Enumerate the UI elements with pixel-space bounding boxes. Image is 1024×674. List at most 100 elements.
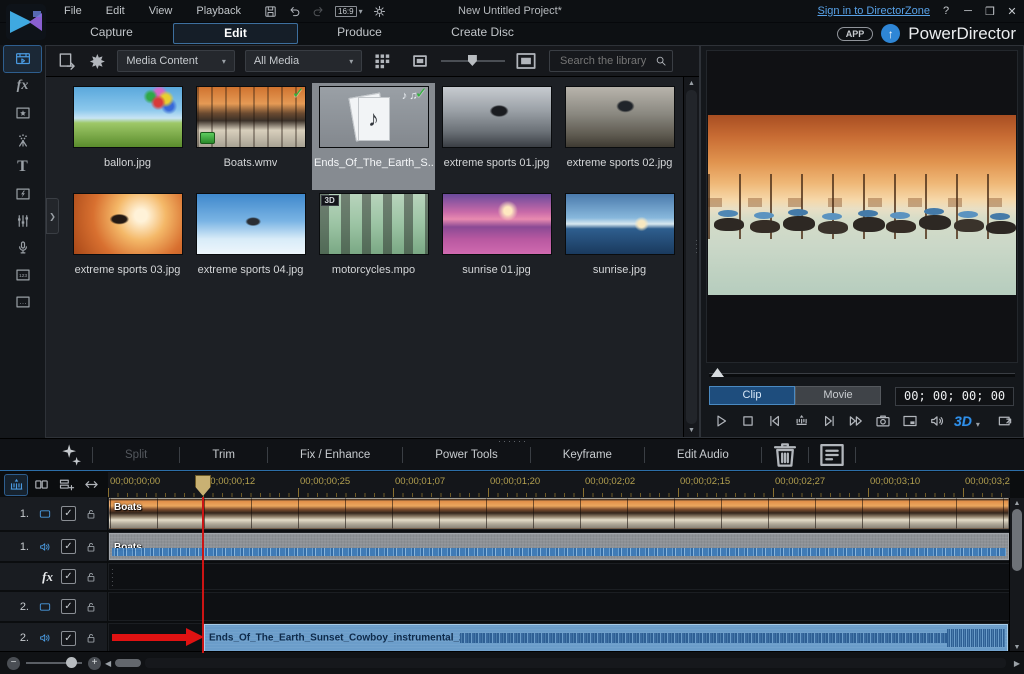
effect-room-icon[interactable]: fx <box>4 73 41 99</box>
timeline-zoom-in-button[interactable]: + <box>88 657 101 670</box>
library-item-boats-wmv[interactable]: ✓Boats.wmv <box>189 83 312 190</box>
track-content[interactable]: ····· <box>108 563 1010 590</box>
timeline-zoom-handle[interactable] <box>66 657 77 668</box>
library-scrollbar[interactable]: ▲ ▼ <box>683 77 699 437</box>
particle-room-icon[interactable] <box>4 127 41 153</box>
volume-icon[interactable] <box>925 410 949 432</box>
redo-icon[interactable] <box>311 4 326 19</box>
chapter-room-icon[interactable]: 123 <box>4 262 41 288</box>
scroll-thumb[interactable] <box>1012 509 1022 571</box>
function-trim[interactable]: Trim <box>186 449 261 461</box>
app-badge[interactable]: APP <box>837 27 874 41</box>
scroll-right-icon[interactable]: ▶ <box>1014 659 1020 668</box>
add-track-icon[interactable] <box>55 475 77 495</box>
mode-tab-produce[interactable]: Produce <box>298 23 421 42</box>
timeline-view-icon[interactable] <box>5 475 27 495</box>
search-input[interactable] <box>558 54 654 68</box>
help-button[interactable]: ? <box>940 5 952 17</box>
function-keyframe[interactable]: Keyframe <box>537 449 638 461</box>
library-item-motorcycles-mpo[interactable]: 3Dmotorcycles.mpo <box>312 190 435 297</box>
preview-tab-clip[interactable]: Clip <box>709 386 795 405</box>
sidebar-expander[interactable]: ❯ <box>46 198 59 234</box>
grid-view-icon[interactable] <box>372 50 393 72</box>
title-room-icon[interactable]: T <box>4 154 41 180</box>
magic-wand-icon[interactable] <box>56 440 86 470</box>
library-item-extreme-sports-02-jpg[interactable]: extreme sports 02.jpg <box>558 83 681 190</box>
preview-tab-movie[interactable]: Movie <box>795 386 881 405</box>
scroll-down-icon[interactable]: ▼ <box>684 427 699 434</box>
track-content[interactable]: Boats <box>108 532 1010 561</box>
minimize-button[interactable]: ─ <box>962 5 974 17</box>
track-lock-icon[interactable] <box>84 540 98 554</box>
signin-directorzone-link[interactable]: Sign in to DirectorZone <box>818 5 931 17</box>
function-power-tools[interactable]: Power Tools <box>409 449 523 461</box>
function-fix-enhance[interactable]: Fix / Enhance <box>274 449 396 461</box>
undock-icon[interactable] <box>993 410 1017 432</box>
track-lock-icon[interactable] <box>84 570 98 584</box>
library-search[interactable] <box>549 50 673 72</box>
scroll-up-icon[interactable]: ▲ <box>684 80 699 87</box>
upload-circle-icon[interactable]: ↑ <box>881 24 900 43</box>
pip-objects-room-icon[interactable] <box>4 100 41 126</box>
chevron-down-icon[interactable]: ▾ <box>976 420 980 429</box>
menu-view[interactable]: View <box>137 5 185 17</box>
track-enable-checkbox[interactable]: ✓ <box>61 506 76 521</box>
aspect-ratio-dropdown[interactable]: 16:9 ▾ <box>335 6 363 17</box>
timecode-display[interactable]: 00; 00; 00; 00 <box>895 387 1014 406</box>
play-icon[interactable] <box>709 410 733 432</box>
track-enable-checkbox[interactable]: ✓ <box>61 569 76 584</box>
audio-clip[interactable]: Ends_Of_The_Earth_Sunset_Cowboy_instrume… <box>204 624 1008 652</box>
large-thumbnail-icon[interactable] <box>513 50 539 72</box>
library-item-ballon-jpg[interactable]: ballon.jpg <box>66 83 189 190</box>
produce-range-icon[interactable] <box>815 438 849 472</box>
track-content[interactable]: Boats <box>108 497 1010 530</box>
thumbnail-size-slider-handle[interactable] <box>468 55 477 66</box>
thumbnail-size-slider[interactable] <box>441 60 505 62</box>
mode-tab-create-disc[interactable]: Create Disc <box>421 23 544 42</box>
undo-icon[interactable] <box>287 4 302 19</box>
fast-forward-icon[interactable] <box>844 410 868 432</box>
timeline-ruler[interactable]: 00;00;00;0000;00;00;1200;00;00;2500;00;0… <box>108 472 1010 497</box>
menu-edit[interactable]: Edit <box>94 5 137 17</box>
media-content-dropdown[interactable]: Media Content▾ <box>117 50 234 72</box>
track-content[interactable]: Ends_Of_The_Earth_Sunset_Cowboy_instrume… <box>108 623 1010 653</box>
storyboard-view-icon[interactable] <box>30 475 52 495</box>
voiceover-room-icon[interactable] <box>4 235 41 261</box>
plugin-icon[interactable] <box>87 50 108 72</box>
track-lock-icon[interactable] <box>84 631 98 645</box>
preview-seek-bar[interactable] <box>709 368 1015 380</box>
track-lock-icon[interactable] <box>84 507 98 521</box>
library-item-extreme-sports-03-jpg[interactable]: extreme sports 03.jpg <box>66 190 189 297</box>
timeline-vertical-scrollbar[interactable]: ▲ ▼ <box>1009 498 1024 653</box>
library-item-extreme-sports-04-jpg[interactable]: extreme sports 04.jpg <box>189 190 312 297</box>
timeline-zoom-slider[interactable] <box>26 662 82 664</box>
function-edit-audio[interactable]: Edit Audio <box>651 449 755 461</box>
small-thumbnail-icon[interactable] <box>407 50 433 72</box>
3d-mode-button[interactable]: 3D <box>954 413 972 429</box>
track-content[interactable] <box>108 592 1010 621</box>
track-enable-checkbox[interactable]: ✓ <box>61 599 76 614</box>
save-icon[interactable] <box>263 4 278 19</box>
track-manager-icon[interactable] <box>80 475 102 495</box>
step-back-icon[interactable] <box>763 410 787 432</box>
delete-trash-icon[interactable] <box>768 438 802 472</box>
track-lock-icon[interactable] <box>84 600 98 614</box>
search-icon[interactable] <box>654 54 668 68</box>
menu-file[interactable]: File <box>52 5 94 17</box>
subtitle-room-icon[interactable]: … <box>4 289 41 315</box>
step-forward-icon[interactable] <box>817 410 841 432</box>
track-enable-checkbox[interactable]: ✓ <box>61 631 76 646</box>
transition-room-icon[interactable] <box>4 181 41 207</box>
mode-tab-capture[interactable]: Capture <box>50 23 173 42</box>
seek-marker-icon[interactable] <box>790 410 814 432</box>
library-item-sunrise-01-jpg[interactable]: sunrise 01.jpg <box>435 190 558 297</box>
video-clip[interactable]: Boats <box>109 498 1009 529</box>
stop-icon[interactable] <box>736 410 760 432</box>
library-item-sunrise-jpg[interactable]: sunrise.jpg <box>558 190 681 297</box>
audio-clip[interactable]: Boats <box>109 533 1009 560</box>
menu-playback[interactable]: Playback <box>184 5 253 17</box>
all-media-dropdown[interactable]: All Media▾ <box>245 50 362 72</box>
horizontal-scroll-track[interactable] <box>145 658 1006 668</box>
scroll-left-icon[interactable]: ◀ <box>105 659 111 668</box>
track-enable-checkbox[interactable]: ✓ <box>61 539 76 554</box>
